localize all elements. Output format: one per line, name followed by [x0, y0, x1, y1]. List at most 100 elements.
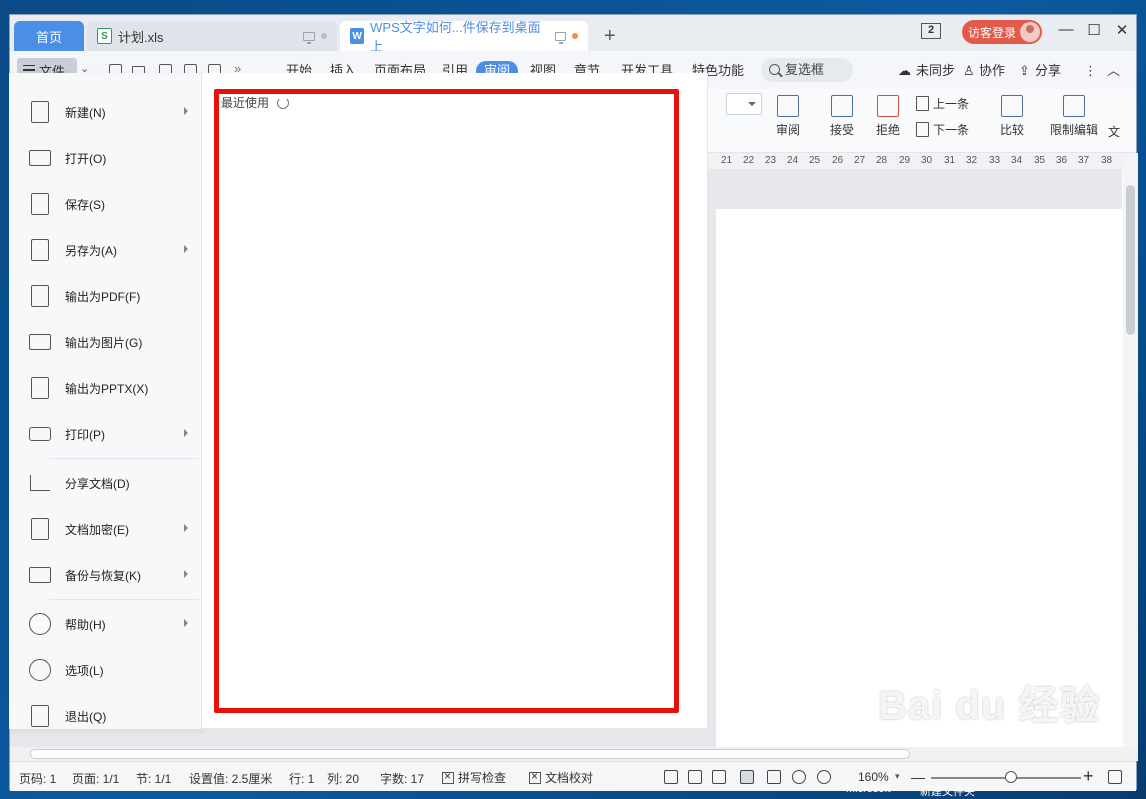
menu-item-backup[interactable]: 备份与恢复(K) — [9, 555, 202, 595]
outline-view-icon[interactable] — [767, 770, 781, 784]
review-label: 审阅 — [775, 123, 800, 137]
zoom-dropdown-icon[interactable]: ▾ — [895, 771, 900, 782]
baidu-watermark-url: jingyan.baidu.com — [885, 727, 1023, 746]
menu-item-new[interactable]: 新建(N) — [9, 92, 202, 132]
fit-window-icon[interactable] — [1108, 770, 1122, 784]
reject-icon — [877, 95, 899, 117]
next-button[interactable]: 下一条 — [916, 121, 969, 138]
tab-xls-file[interactable]: S 计划.xls — [87, 21, 337, 51]
read-mode-icon[interactable] — [688, 770, 702, 784]
horizontal-scrollbar[interactable] — [10, 747, 1138, 761]
display-mode-select[interactable] — [726, 93, 762, 115]
unsync-button[interactable]: 未同步 — [916, 61, 955, 81]
menu-item-export-pptx[interactable]: 输出为PPTX(X) — [9, 368, 202, 408]
menu-item-options[interactable]: 选项(L) — [9, 650, 202, 690]
page-view-icon[interactable] — [740, 770, 754, 784]
search-label: 复选框 — [785, 62, 825, 77]
document-page[interactable] — [716, 209, 1122, 749]
fullscreen-icon[interactable] — [664, 770, 678, 784]
proofread-button[interactable]: 文档校对 — [529, 769, 593, 786]
next-label: 下一条 — [933, 123, 970, 137]
encrypt-icon — [31, 518, 49, 540]
submenu-arrow-icon — [184, 619, 192, 627]
vertical-scrollbar[interactable] — [1123, 153, 1138, 747]
status-setting[interactable]: 设置值: 2.5厘米 — [189, 770, 272, 787]
settings-icon — [29, 659, 51, 681]
ruler-tick: 26 — [832, 155, 844, 166]
submenu-arrow-icon — [184, 429, 192, 437]
save-icon — [31, 193, 49, 215]
menu-item-encrypt[interactable]: 文档加密(E) — [9, 509, 202, 549]
restrict-edit-button[interactable]: 限制编辑 — [1048, 95, 1100, 138]
status-col[interactable]: 列: 20 — [327, 770, 359, 787]
tab-home[interactable]: 首页 — [14, 21, 84, 51]
menu-item-export-image[interactable]: 输出为图片(G) — [9, 322, 202, 362]
menu-item-export-pdf[interactable]: 输出为PDF(F) — [9, 276, 202, 316]
status-row[interactable]: 行: 1 — [289, 770, 314, 787]
menu-item-open[interactable]: 打开(O) — [9, 138, 202, 178]
proofread-icon — [529, 769, 541, 784]
menu-item-label: 选项(L) — [65, 663, 104, 678]
ruler-tick: 24 — [787, 155, 799, 166]
submenu-arrow-icon — [184, 570, 192, 578]
more-options-icon[interactable]: ⋮ — [1084, 61, 1097, 81]
share-button[interactable]: 分享 — [1035, 61, 1061, 81]
review-button[interactable]: 审阅 — [768, 95, 808, 138]
status-section[interactable]: 节: 1/1 — [136, 770, 171, 787]
guest-login-button[interactable]: 访客登录 — [962, 20, 1042, 44]
close-button[interactable]: ✕ — [1112, 21, 1132, 39]
taskbar-item[interactable]: 新建文件夹 — [920, 783, 975, 799]
status-page-code[interactable]: 页码: 1 — [19, 770, 56, 787]
reject-button[interactable]: 拒绝 — [868, 95, 908, 138]
menu-item-exit[interactable]: 退出(Q) — [9, 696, 202, 736]
status-page[interactable]: 页面: 1/1 — [72, 770, 119, 787]
tab-doc-label: WPS文字如何...件保存到桌面上 — [370, 20, 541, 54]
menu-item-share[interactable]: 分享文档(D) — [9, 463, 202, 503]
menu-item-print[interactable]: 打印(P) — [9, 414, 202, 454]
ruler-tick: 22 — [743, 155, 755, 166]
menu-item-save-as[interactable]: 另存为(A) — [9, 230, 202, 270]
spellcheck-button[interactable]: 拼写检查 — [442, 769, 506, 786]
maximize-button[interactable]: ☐ — [1084, 21, 1104, 39]
ruler-tick: 34 — [1011, 155, 1023, 166]
compare-button[interactable]: 比较 — [992, 95, 1032, 138]
new-tab-button[interactable]: + — [604, 25, 616, 48]
collaborate-button[interactable]: 协作 — [979, 61, 1005, 81]
export-pptx-icon — [31, 377, 49, 399]
monitor-icon[interactable] — [303, 31, 315, 44]
status-words[interactable]: 字数: 17 — [380, 770, 424, 787]
eye-protect-icon[interactable] — [817, 770, 831, 784]
ruler-tick: 21 — [721, 155, 733, 166]
search-box[interactable]: 复选框 — [761, 58, 853, 82]
window-count-icon[interactable]: 2 — [921, 23, 941, 39]
horizontal-scroll-thumb[interactable] — [30, 749, 910, 759]
ruler-tick: 30 — [921, 155, 933, 166]
taskbar-item[interactable]: Microsoft — [846, 783, 891, 795]
new-doc-icon — [31, 101, 49, 123]
zoom-slider-handle[interactable] — [1005, 771, 1017, 783]
login-label: 访客登录 — [968, 25, 1017, 40]
tab-doc-file[interactable]: W WPS文字如何...件保存到桌面上 — [340, 20, 588, 54]
menu-item-save[interactable]: 保存(S) — [9, 184, 202, 224]
cloud-icon: ☁ — [898, 63, 911, 78]
monitor-icon[interactable] — [554, 31, 567, 44]
collaborate-icon: ♙ — [963, 63, 975, 78]
tab-home-label: 首页 — [35, 29, 62, 45]
menu-item-label: 输出为图片(G) — [65, 335, 143, 350]
save-as-icon — [31, 239, 49, 261]
accept-button[interactable]: 接受 — [822, 95, 862, 138]
export-image-icon — [29, 334, 51, 350]
minimize-button[interactable]: — — [1056, 21, 1076, 38]
pen-icon[interactable] — [712, 770, 726, 784]
web-view-icon[interactable] — [792, 770, 806, 784]
menu-item-help[interactable]: 帮助(H) — [9, 604, 202, 644]
collapse-ribbon-icon[interactable]: ︿ — [1107, 61, 1120, 81]
zoom-level[interactable]: 160% — [858, 770, 889, 784]
zoom-in-button[interactable]: + — [1083, 766, 1094, 787]
previous-button[interactable]: 上一条 — [916, 95, 969, 112]
vertical-scroll-thumb[interactable] — [1126, 185, 1135, 335]
backup-icon — [29, 567, 51, 583]
ruler-tick: 33 — [989, 155, 1001, 166]
ribbon-more-label[interactable]: 文 — [1108, 123, 1120, 140]
menu-item-label: 备份与恢复(K) — [65, 568, 141, 583]
